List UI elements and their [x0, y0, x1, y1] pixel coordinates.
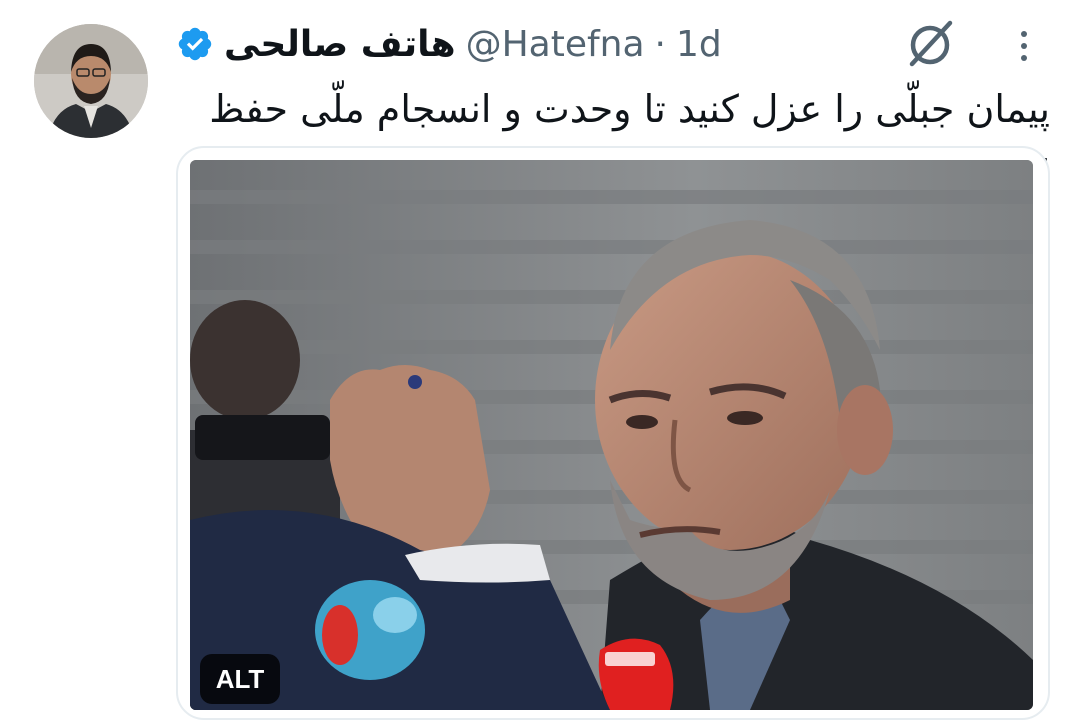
alt-text-badge[interactable]: ALT — [200, 654, 280, 704]
tweet-photo[interactable] — [190, 160, 1033, 710]
more-options-icon[interactable] — [1004, 26, 1044, 66]
display-name[interactable]: هاتف صالحی — [224, 24, 456, 65]
photo-illustration — [190, 160, 1033, 710]
grok-icon[interactable] — [900, 14, 960, 74]
verified-badge-icon — [178, 27, 212, 61]
tweet-header: هاتف صالحی @Hatefna · 1d — [176, 18, 722, 70]
avatar[interactable] — [34, 24, 148, 138]
header-separator: · — [654, 23, 666, 65]
more-dot-icon — [1021, 55, 1027, 61]
timestamp[interactable]: 1d — [676, 24, 722, 65]
user-handle[interactable]: @Hatefna — [466, 24, 645, 65]
avatar-image — [34, 24, 148, 138]
more-dot-icon — [1021, 43, 1027, 49]
more-dot-icon — [1021, 31, 1027, 37]
